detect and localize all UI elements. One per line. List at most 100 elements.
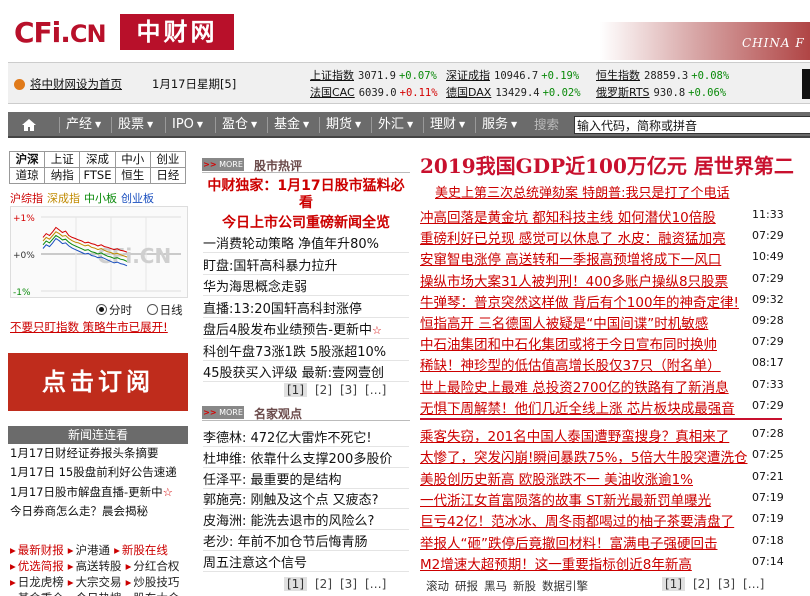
index-quote[interactable]: 上证指数 3071.9 +0.07% bbox=[310, 67, 437, 83]
pager-page[interactable]: […] bbox=[365, 577, 386, 591]
market-tab[interactable]: 恒生 bbox=[114, 167, 151, 184]
news-headline[interactable]: 稀缺！神珍型的低估值高增长股仅37只（附名单） bbox=[420, 354, 721, 374]
news-headline[interactable]: 一代浙江女首富陨落的故事 ST新光最新罚单曝光 bbox=[420, 489, 711, 509]
news-headline[interactable]: M2增速大超预期！这一重要指标创近8年新高 bbox=[420, 553, 692, 573]
news-headline[interactable]: 安窜智电涨停 高送转和一季报高预增将成下一风口 bbox=[420, 248, 721, 268]
pager-page[interactable]: [3] bbox=[340, 383, 357, 397]
mid-news-item[interactable]: 直播:13:20国轩高科封涨停 bbox=[203, 298, 362, 317]
market-tab[interactable]: 中小 bbox=[114, 151, 151, 168]
nav-item[interactable]: 股票 ▼ bbox=[118, 112, 153, 138]
mid-news-item[interactable]: 一消费轮动策略 净值年升80% bbox=[203, 233, 379, 252]
market-tab[interactable]: 沪深 bbox=[9, 151, 46, 168]
nav-item[interactable]: 盈仓 ▼ bbox=[222, 112, 257, 138]
mid-news-item[interactable]: 盘后4股发布业绩预告-更新中☆ bbox=[203, 319, 382, 338]
mid-news-item[interactable]: 皮海洲: 能洗去退市的风险么? bbox=[203, 510, 374, 529]
mid-news-item[interactable]: 李德林: 472亿大雷炸不死它! bbox=[203, 427, 372, 446]
stock-hot-more-button[interactable]: >> MORE bbox=[202, 158, 244, 171]
pager-page[interactable]: [3] bbox=[340, 577, 357, 591]
quick-link[interactable]: ▸ 新股在线 bbox=[114, 543, 170, 557]
quick-link[interactable]: ▸ 分红合权 bbox=[126, 559, 182, 573]
pager-page[interactable]: [2] bbox=[315, 577, 332, 591]
chart-tab[interactable]: 中小板 bbox=[84, 192, 117, 205]
news-headline[interactable]: 美股创历史新高 欧股涨跌不一 美油收涨逾1% bbox=[420, 468, 693, 488]
news-category-link[interactable]: 研报 bbox=[455, 579, 478, 593]
mid-news-item[interactable]: 杜坤维: 依靠什么支撑200多股价 bbox=[203, 448, 392, 467]
quick-link[interactable]: ▸ 日龙虎榜 bbox=[10, 575, 66, 589]
index-quote[interactable]: 德国DAX 13429.4 +0.02% bbox=[446, 84, 581, 100]
nav-item[interactable]: 理财 ▼ bbox=[430, 112, 465, 138]
market-tab[interactable]: 深成 bbox=[79, 151, 116, 168]
subscribe-button[interactable]: 点击订阅 bbox=[8, 353, 188, 411]
news-category-link[interactable]: 滚动 bbox=[426, 579, 449, 593]
home-icon[interactable] bbox=[20, 116, 38, 134]
stock-hot-headline-1[interactable]: 中财独家：1月17日股市猛料必看 bbox=[202, 178, 410, 212]
news-headline[interactable]: 冲高回落是黄金坑 都知科技主线 如何潜伏10倍股 bbox=[420, 206, 716, 226]
pager-page[interactable]: [1] bbox=[284, 383, 307, 397]
news-headline[interactable]: 太惨了，突发闪崩!瞬间暴跌75%，5倍大牛股突遭洗仓 bbox=[420, 446, 748, 466]
nav-item[interactable]: 期货 ▼ bbox=[326, 112, 361, 138]
quick-link[interactable]: ▸ 高送转股 bbox=[68, 559, 124, 573]
logo-cfi[interactable]: CFi.CN bbox=[14, 16, 107, 49]
nav-item[interactable]: 基金 ▼ bbox=[274, 112, 309, 138]
index-name[interactable]: 德国DAX bbox=[446, 86, 491, 99]
chart-tab[interactable]: 深成指 bbox=[47, 192, 80, 205]
mid-news-item[interactable]: 华为海思概念走弱 bbox=[203, 276, 307, 295]
radio-rixian[interactable]: 日线 bbox=[146, 303, 183, 317]
search-input[interactable] bbox=[574, 116, 810, 134]
strategy-promo-link[interactable]: 不要只盯指数 策略牛市已展开! bbox=[10, 319, 168, 335]
pager-page[interactable]: [3] bbox=[718, 577, 735, 591]
logo-chinese[interactable]: 中财网 bbox=[120, 14, 234, 50]
radio-fenshi[interactable]: 分时 bbox=[96, 303, 132, 317]
index-name[interactable]: 深证成指 bbox=[446, 69, 490, 82]
news-connect-item[interactable]: 1月17日股市解盘直播-更新中☆ bbox=[10, 484, 173, 500]
nav-item[interactable]: 服务 ▼ bbox=[482, 112, 517, 138]
market-tab[interactable]: FTSE bbox=[79, 167, 116, 184]
top-headline[interactable]: 2019我国GDP近100万亿元 居世界第二 bbox=[420, 150, 810, 179]
news-category-link[interactable]: 新股 bbox=[513, 579, 536, 593]
quick-link[interactable]: ▸ 大宗交易 bbox=[68, 575, 124, 589]
news-headline[interactable]: 巨亏42亿！范冰冰、周冬雨都喝过的柚子茶要清盘了 bbox=[420, 510, 734, 530]
mid-news-item[interactable]: 科创午盘73涨1跌 5股涨超10% bbox=[203, 341, 386, 360]
expert-more-button[interactable]: >> MORE bbox=[202, 406, 244, 419]
mid-news-item[interactable]: 周五注意这个信号 bbox=[203, 552, 307, 571]
quick-link[interactable]: ▸ 最新财报 bbox=[10, 543, 66, 557]
news-headline[interactable]: 重磅利好已兑现 感觉可以休息了 水皮：融资猛加亮 bbox=[420, 227, 726, 247]
pager-page[interactable]: […] bbox=[743, 577, 764, 591]
market-tab[interactable]: 道琼 bbox=[9, 167, 46, 184]
intraday-chart[interactable]: +1% +0% -1% CFi.CN bbox=[10, 206, 188, 298]
news-headline[interactable]: 中石油集团和中石化集团或将于今日宣布同时换帅 bbox=[420, 333, 717, 353]
pager-page[interactable]: […] bbox=[365, 383, 386, 397]
news-connect-item[interactable]: 今日券商怎么走？晨会揭秘 bbox=[10, 503, 148, 519]
index-name[interactable]: 法国CAC bbox=[310, 86, 355, 99]
pager-page[interactable]: [1] bbox=[662, 577, 685, 591]
market-tab[interactable]: 日经 bbox=[149, 167, 187, 184]
news-category-link[interactable]: 黑马 bbox=[484, 579, 507, 593]
stock-hot-headline-2[interactable]: 今日上市公司重磅新闻全览 bbox=[202, 212, 410, 232]
mid-news-item[interactable]: 郭施亮: 刚触及这个点 又疲态? bbox=[203, 489, 379, 508]
news-connect-item[interactable]: 1月17日财经证券报头条摘要 bbox=[10, 445, 158, 461]
radio-rixian-dot[interactable] bbox=[146, 304, 158, 315]
index-quote[interactable]: 恒生指数 28859.3 +0.08% bbox=[596, 67, 729, 83]
news-category-link[interactable]: 数据引擎 bbox=[542, 579, 588, 593]
news-headline[interactable]: 无惧下周解禁！他们几近全线上涨 芯片板块成最强音 bbox=[420, 397, 735, 417]
index-name[interactable]: 恒生指数 bbox=[596, 69, 640, 82]
nav-item[interactable]: 外汇 ▼ bbox=[378, 112, 413, 138]
market-tab[interactable]: 创业 bbox=[149, 151, 187, 168]
pager-page[interactable]: [2] bbox=[693, 577, 710, 591]
corner-ad[interactable] bbox=[802, 69, 810, 99]
set-homepage-link[interactable]: 将中财网设为首页 bbox=[30, 76, 122, 92]
news-headline[interactable]: 世上最险史上最难 总投资2700亿的铁路有了新消息 bbox=[420, 376, 729, 396]
market-tab[interactable]: 上证 bbox=[44, 151, 81, 168]
chart-tab[interactable]: 创业板 bbox=[121, 192, 154, 205]
news-headline[interactable]: 举报人“砸”跌停后竟撤回材料！富满电子强硬回击 bbox=[420, 532, 718, 552]
quick-link[interactable]: ▸ 优选简报 bbox=[10, 559, 66, 573]
index-quote[interactable]: 法国CAC 6039.0 +0.11% bbox=[310, 84, 438, 100]
news-headline[interactable]: 操纵市场大案31人被判刑！400多账户操纵8只股票 bbox=[420, 270, 728, 290]
sub-headline[interactable]: 美史上第三次总统弹劾案 特朗普:我只是打了个电话 bbox=[435, 182, 730, 201]
quick-link[interactable]: ▸ 炒股技巧 bbox=[126, 575, 182, 589]
mid-news-item[interactable]: 任泽平: 最重要的是结构 bbox=[203, 469, 342, 488]
quick-link[interactable]: ▸ 沪港通 bbox=[68, 543, 112, 557]
news-headline[interactable]: 乘客失窃，201名中国人泰国遭野蛮搜身？真相来了 bbox=[420, 425, 729, 445]
quick-link[interactable]: ▸股东大会 bbox=[126, 591, 182, 596]
quick-link[interactable]: ▸基金重仓 bbox=[10, 591, 66, 596]
